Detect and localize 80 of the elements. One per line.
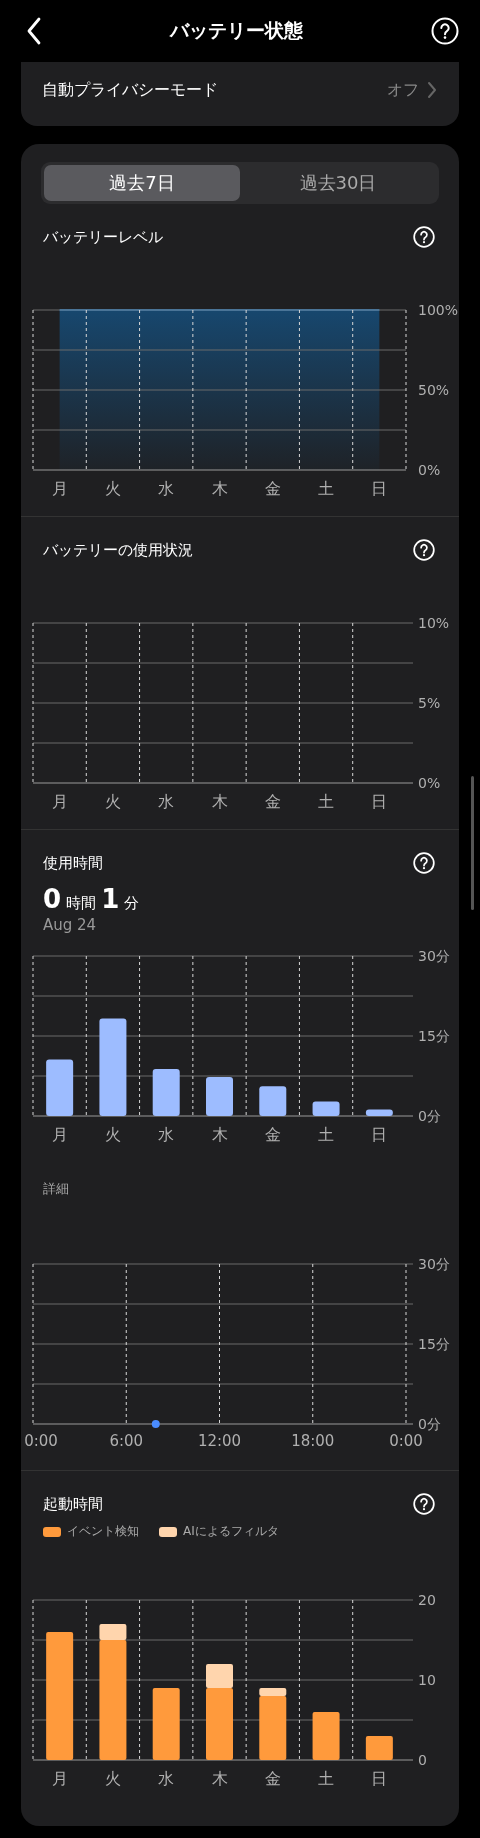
axis-label: 10 bbox=[418, 1672, 436, 1688]
bar bbox=[152, 1069, 180, 1116]
axis-label: 日 bbox=[371, 1769, 388, 1788]
back-icon[interactable] bbox=[26, 17, 42, 45]
section-title: バッテリーの使用状況 bbox=[43, 540, 193, 560]
axis-label: 0% bbox=[418, 775, 441, 791]
bar bbox=[46, 1059, 74, 1116]
axis-label: 月 bbox=[51, 1769, 68, 1788]
chevron-right-icon bbox=[427, 81, 437, 99]
bar-segment bbox=[365, 1736, 393, 1760]
axis-label: 日 bbox=[371, 792, 388, 811]
axis-label: 土 bbox=[318, 1769, 335, 1788]
axis-label: 0 bbox=[418, 1752, 427, 1768]
section-title: 使用時間 bbox=[43, 853, 103, 873]
help-icon[interactable] bbox=[413, 1493, 435, 1515]
data-point bbox=[151, 1420, 160, 1428]
axis-label: 水 bbox=[158, 1769, 175, 1788]
usage-total: 0 時間 1 分 bbox=[42, 883, 141, 914]
period-tab[interactable]: 過去30日 bbox=[240, 165, 436, 201]
axis-label: 日 bbox=[371, 1125, 388, 1144]
bar-segment bbox=[152, 1688, 180, 1760]
axis-label: 水 bbox=[158, 1125, 175, 1144]
axis-label: 50% bbox=[418, 382, 450, 398]
axis-label: 木 bbox=[211, 792, 228, 811]
axis-label: 金 bbox=[264, 479, 281, 498]
axis-label: 火 bbox=[104, 1769, 121, 1788]
axis-label: 0分 bbox=[418, 1416, 441, 1432]
axis-label: 20 bbox=[418, 1592, 436, 1608]
axis-label: 15分 bbox=[418, 1336, 450, 1352]
axis-label: 100% bbox=[418, 302, 459, 318]
legend-label: AIによるフィルタ bbox=[183, 1523, 279, 1540]
axis-label: 0% bbox=[418, 462, 441, 478]
axis-label: 火 bbox=[104, 792, 121, 811]
bar-segment bbox=[312, 1712, 340, 1760]
date-label: Aug 24 bbox=[42, 915, 98, 934]
axis-label: 金 bbox=[264, 1125, 281, 1144]
axis-label: 土 bbox=[318, 792, 335, 811]
bar bbox=[312, 1101, 340, 1116]
bar bbox=[206, 1077, 233, 1116]
axis-label: 火 bbox=[104, 1125, 121, 1144]
legend-label: イベント検知 bbox=[67, 1523, 139, 1540]
axis-label: 月 bbox=[51, 792, 68, 811]
axis-label: 木 bbox=[211, 1769, 228, 1788]
axis-label: 10% bbox=[418, 615, 450, 631]
help-icon[interactable] bbox=[413, 852, 435, 874]
axis-label: 18:00 bbox=[291, 1432, 335, 1450]
axis-label: 30分 bbox=[418, 1256, 450, 1272]
setting-label: 自動プライバシーモード bbox=[42, 79, 219, 101]
axis-label: 0:00 bbox=[389, 1432, 423, 1450]
axis-label: 火 bbox=[104, 479, 121, 498]
axis-label: 月 bbox=[51, 479, 68, 498]
help-icon[interactable] bbox=[431, 17, 459, 45]
help-icon[interactable] bbox=[413, 226, 435, 248]
axis-label: 0:00 bbox=[24, 1432, 58, 1450]
page-title: バッテリー状態 bbox=[170, 18, 303, 43]
axis-label: 金 bbox=[264, 1769, 281, 1788]
detail-title: 詳細 bbox=[42, 1180, 70, 1198]
axis-label: 5% bbox=[418, 695, 441, 711]
axis-label: 30分 bbox=[418, 948, 450, 964]
help-icon[interactable] bbox=[413, 539, 435, 561]
axis-label: 12:00 bbox=[197, 1432, 242, 1450]
axis-label: 6:00 bbox=[109, 1432, 144, 1450]
axis-label: 土 bbox=[318, 479, 335, 498]
section-title: バッテリーレベル bbox=[43, 227, 163, 247]
axis-label: 月 bbox=[51, 1125, 68, 1144]
bar bbox=[259, 1086, 287, 1116]
axis-label: 木 bbox=[211, 1125, 228, 1144]
axis-label: 土 bbox=[318, 1125, 335, 1144]
axis-label: 水 bbox=[158, 792, 175, 811]
axis-label: 金 bbox=[264, 792, 281, 811]
bar bbox=[365, 1109, 393, 1116]
axis-label: 0分 bbox=[418, 1108, 441, 1124]
axis-label: 水 bbox=[158, 479, 175, 498]
section-title: 起動時間 bbox=[43, 1494, 103, 1514]
axis-label: 木 bbox=[211, 479, 228, 498]
setting-value: オフ bbox=[387, 79, 419, 101]
axis-label: 15分 bbox=[418, 1028, 450, 1044]
privacy-mode-row[interactable]: 自動プライバシーモード オフ bbox=[21, 62, 459, 126]
axis-label: 日 bbox=[371, 479, 388, 498]
period-tab[interactable]: 過去7日 bbox=[44, 165, 240, 201]
